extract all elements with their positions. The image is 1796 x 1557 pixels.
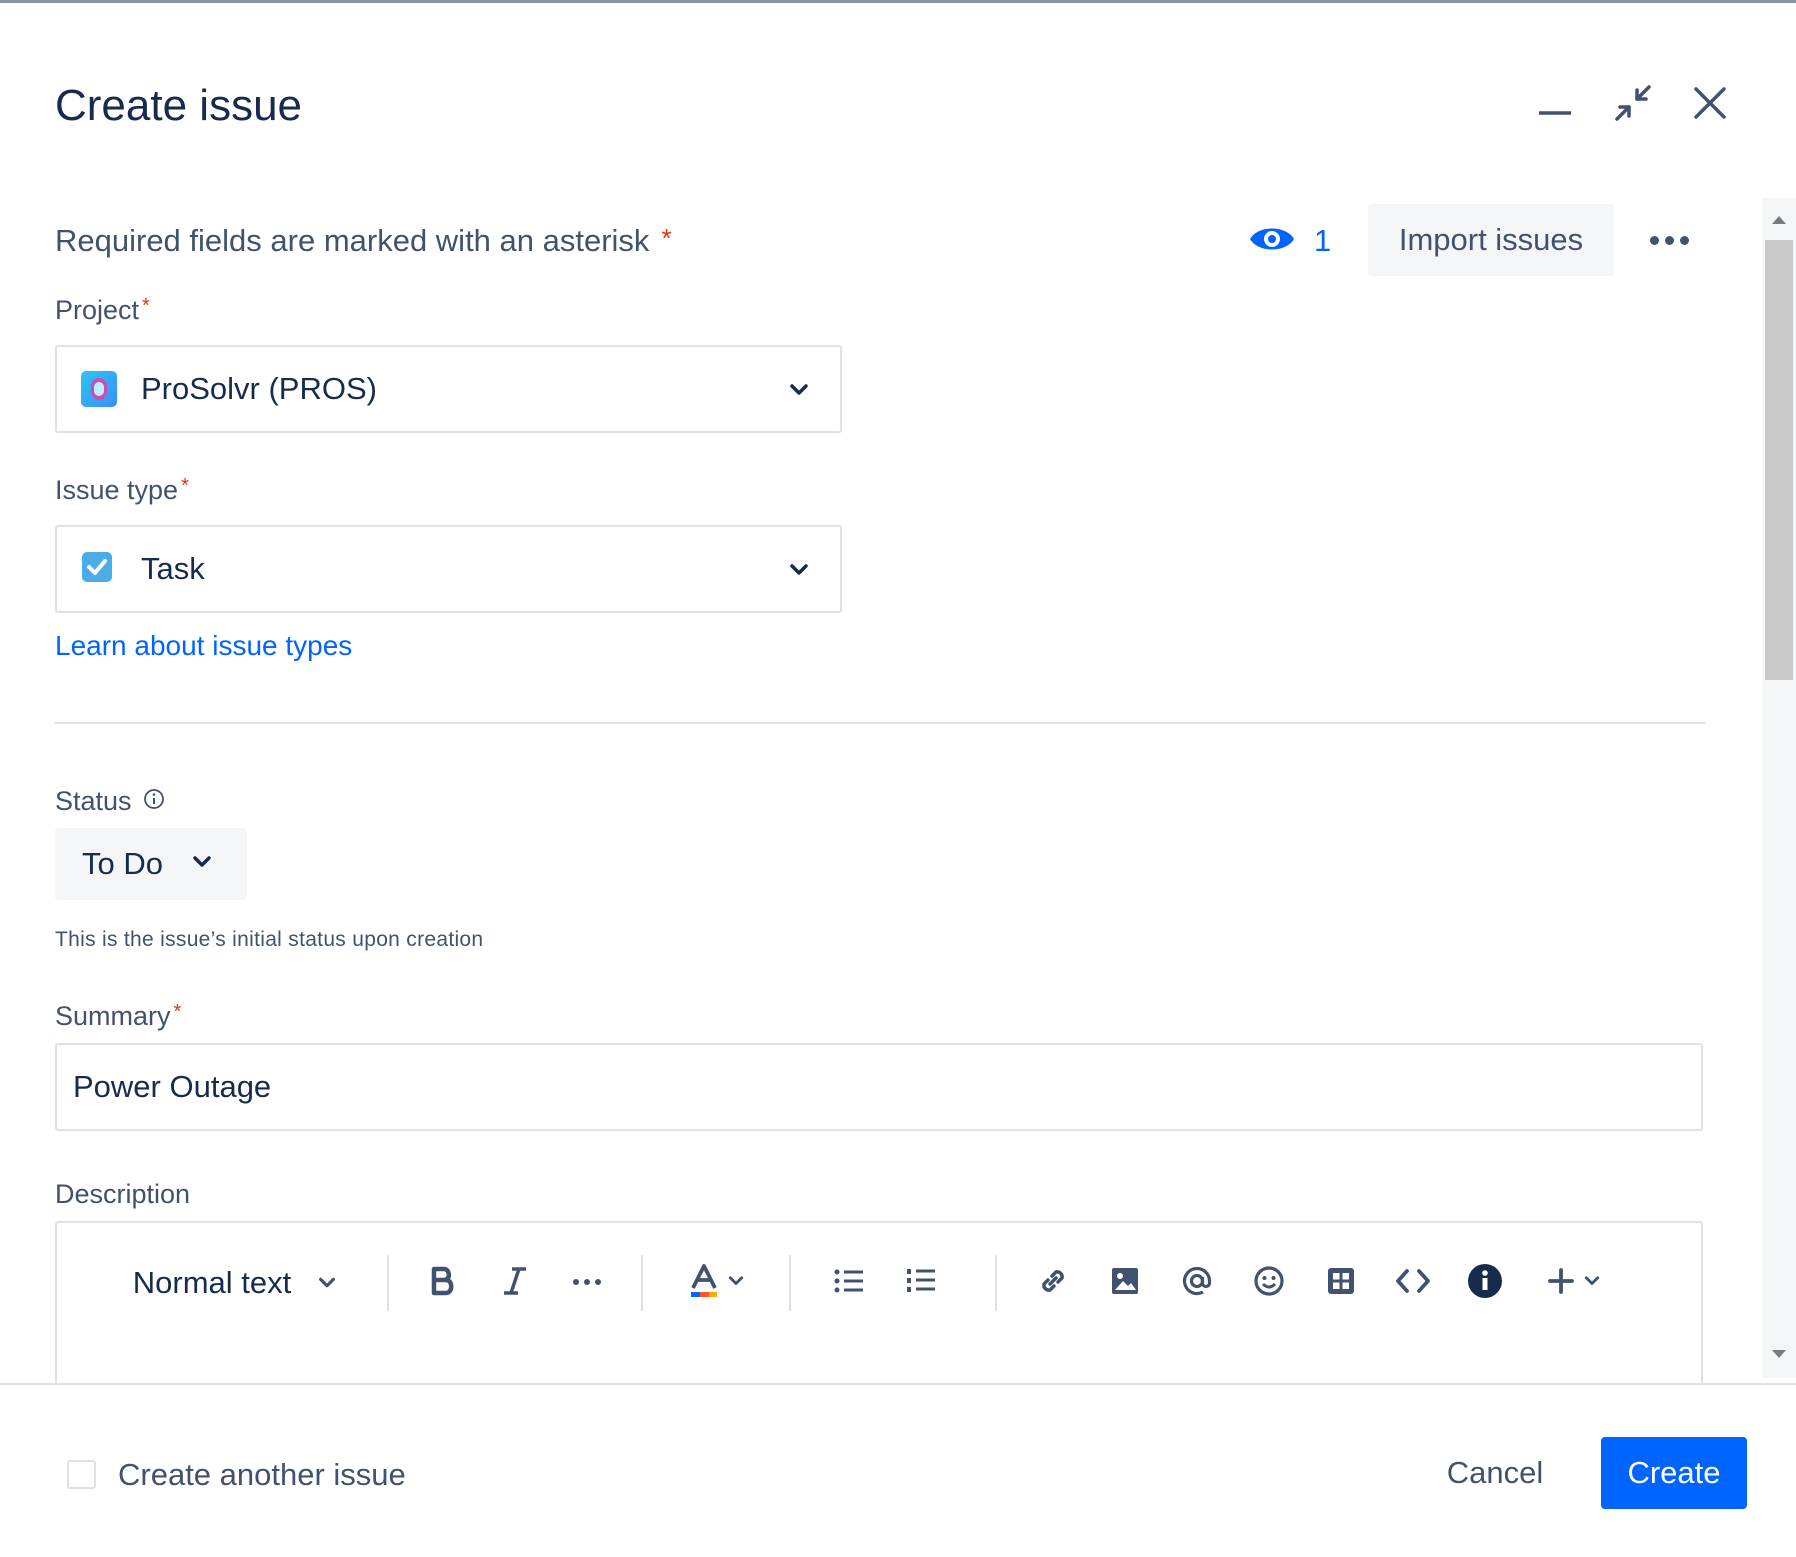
italic-button[interactable] (479, 1253, 551, 1313)
dialog-header: Create issue (55, 75, 1756, 145)
chevron-down-icon (727, 1272, 745, 1295)
more-formatting-icon (572, 1274, 602, 1292)
table-button[interactable] (1305, 1253, 1377, 1313)
toolbar-separator (995, 1255, 997, 1311)
text-color-button[interactable] (667, 1253, 767, 1313)
eye-icon (1248, 221, 1296, 262)
scroll-up-arrow-icon[interactable] (1772, 216, 1786, 224)
minimize-button[interactable] (1525, 75, 1585, 135)
collapse-icon (1611, 81, 1655, 130)
required-fields-note: Required fields are marked with an aster… (55, 223, 672, 259)
close-icon (1690, 83, 1730, 128)
emoji-button[interactable] (1233, 1253, 1305, 1313)
dialog-body[interactable]: Required fields are marked with an aster… (0, 198, 1796, 1383)
status-helper-text: This is the issue’s initial status upon … (55, 928, 484, 951)
cancel-button[interactable]: Cancel (1420, 1437, 1570, 1509)
scroll-down-arrow-icon[interactable] (1772, 1350, 1786, 1358)
mention-button[interactable] (1161, 1253, 1233, 1313)
collapse-button[interactable] (1603, 75, 1663, 135)
mention-icon (1181, 1265, 1213, 1302)
watch-button[interactable]: 1 (1248, 220, 1331, 262)
numbered-list-icon (906, 1267, 936, 1300)
chevron-down-icon (788, 379, 810, 406)
emoji-icon (1253, 1265, 1285, 1302)
info-icon[interactable] (143, 786, 165, 817)
more-icon (1649, 235, 1659, 245)
bold-button[interactable] (407, 1253, 479, 1313)
toolbar-separator (789, 1255, 791, 1311)
required-asterisk: * (661, 223, 672, 253)
link-button[interactable] (1017, 1253, 1089, 1313)
chevron-down-icon (1583, 1272, 1601, 1295)
dialog-scrollbar[interactable] (1762, 198, 1796, 1378)
create-issue-dialog: Create issue Required fields are marked … (0, 0, 1796, 1557)
status-value: To Do (82, 846, 163, 881)
create-button[interactable]: Create (1601, 1437, 1747, 1509)
chevron-down-icon (317, 1265, 337, 1301)
status-label: Status (55, 786, 165, 817)
issue-type-value: Task (141, 551, 205, 586)
code-icon (1395, 1267, 1431, 1300)
dialog-title: Create issue (55, 81, 303, 130)
scroll-thumb[interactable] (1765, 240, 1793, 680)
text-style-value: Normal text (132, 1265, 292, 1300)
project-avatar-icon (80, 370, 118, 408)
chevron-down-icon (788, 559, 810, 586)
text-style-dropdown[interactable]: Normal text (115, 1253, 355, 1313)
more-formatting-button[interactable] (551, 1253, 623, 1313)
create-another-label[interactable]: Create another issue (118, 1457, 406, 1493)
description-label: Description (55, 1179, 191, 1209)
task-icon (80, 550, 118, 588)
image-icon (1110, 1266, 1140, 1301)
section-divider (55, 722, 1705, 724)
learn-issue-types-link[interactable]: Learn about issue types (55, 630, 352, 662)
chevron-down-icon (191, 851, 213, 878)
insert-plus-icon (1547, 1267, 1575, 1300)
insert-button[interactable] (1529, 1253, 1619, 1313)
link-icon (1037, 1265, 1069, 1302)
table-icon (1326, 1266, 1356, 1301)
info-panel-button[interactable] (1449, 1253, 1521, 1313)
status-dropdown[interactable]: To Do (55, 828, 247, 900)
toolbar-separator (641, 1255, 643, 1311)
info-panel-icon (1467, 1263, 1503, 1304)
required-note-text: Required fields are marked with an aster… (55, 223, 650, 258)
numbered-list-button[interactable] (885, 1253, 957, 1313)
watchers-count: 1 (1314, 223, 1332, 258)
summary-label: Summary * (55, 1001, 182, 1031)
image-button[interactable] (1089, 1253, 1161, 1313)
project-select[interactable]: ProSolvr (PROS) (55, 345, 842, 433)
minimize-icon (1535, 83, 1575, 128)
project-value: ProSolvr (PROS) (141, 371, 377, 406)
italic-icon (502, 1266, 528, 1301)
editor-toolbar: Normal text (57, 1243, 1701, 1323)
more-actions-button[interactable] (1640, 220, 1698, 260)
create-another-checkbox[interactable] (67, 1460, 96, 1489)
text-color-icon (689, 1263, 719, 1303)
description-editor[interactable]: Normal text (55, 1221, 1703, 1383)
code-button[interactable] (1377, 1253, 1449, 1313)
import-issues-button[interactable]: Import issues (1368, 204, 1614, 276)
bold-icon (429, 1266, 457, 1301)
project-label: Project * (55, 295, 150, 325)
issue-type-select[interactable]: Task (55, 525, 842, 613)
toolbar-separator (387, 1255, 389, 1311)
bullet-list-button[interactable] (813, 1253, 885, 1313)
dialog-footer: Create another issue Cancel Create (0, 1383, 1796, 1557)
close-button[interactable] (1680, 75, 1740, 135)
bullet-list-icon (834, 1268, 864, 1299)
summary-input[interactable] (55, 1043, 1703, 1131)
issue-type-label: Issue type * (55, 475, 189, 505)
